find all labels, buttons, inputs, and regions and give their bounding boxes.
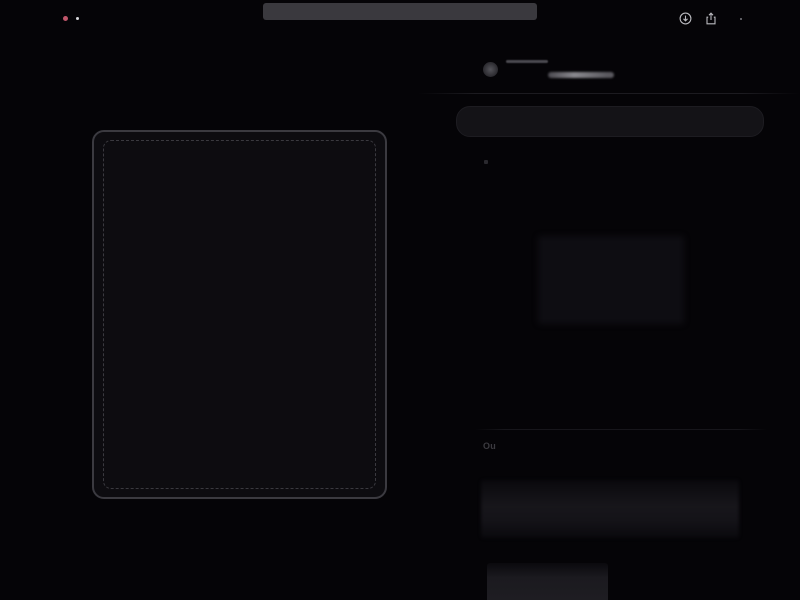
download-icon[interactable] (679, 12, 692, 25)
divider (475, 429, 767, 430)
address-bar[interactable] (263, 3, 537, 20)
toolbar (679, 12, 742, 25)
share-icon[interactable] (705, 12, 717, 25)
bullet-icon (484, 160, 488, 164)
more-icon[interactable] (740, 17, 742, 20)
app-window: Ou (0, 0, 800, 600)
profile-handle-placeholder (548, 72, 614, 78)
drop-zone[interactable] (103, 140, 376, 489)
preview-placeholder (538, 236, 684, 324)
status-dot-red[interactable] (63, 16, 68, 21)
window-controls (63, 16, 79, 21)
status-dot-white[interactable] (76, 17, 79, 20)
content-card-small[interactable] (487, 563, 608, 600)
divider (418, 93, 800, 94)
profile-name-placeholder (506, 60, 548, 63)
device-frame (92, 130, 387, 499)
avatar[interactable] (483, 62, 498, 77)
content-card[interactable] (481, 480, 739, 538)
prompt-input[interactable] (456, 106, 764, 137)
section-heading: Ou (483, 441, 497, 451)
